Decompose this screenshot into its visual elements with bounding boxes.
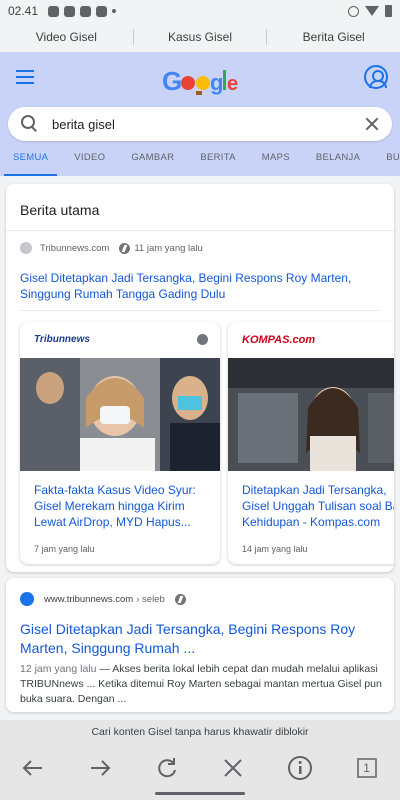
back-button[interactable] xyxy=(18,753,48,783)
tab-gambar[interactable]: GAMBAR xyxy=(118,146,187,176)
close-icon xyxy=(224,759,243,777)
top-stories-title: Berita utama xyxy=(20,202,100,218)
story-title[interactable]: Fakta-fakta Kasus Video Syur: Gisel Mere… xyxy=(34,482,209,530)
top-stories-card: Berita utama Tribunnews.com 11 jam yang … xyxy=(6,184,394,572)
info-icon xyxy=(287,756,312,780)
result-title[interactable]: Gisel Ditetapkan Jadi Tersangka, Begini … xyxy=(20,620,385,658)
suggestion-kasus-gisel[interactable]: Kasus Gisel xyxy=(134,29,268,45)
home-indicator xyxy=(155,792,245,795)
suggestion-berita-gisel[interactable]: Berita Gisel xyxy=(267,29,400,45)
svg-text:g: g xyxy=(210,70,223,95)
tab-semua[interactable]: SEMUA xyxy=(0,146,61,176)
top-story-source: Tribunnews.com 11 jam yang lalu xyxy=(20,242,203,254)
search-result: www.tribunnews.com › seleb Gisel Ditetap… xyxy=(6,578,394,712)
result-breadcrumb: › seleb xyxy=(136,593,165,605)
top-story-headline[interactable]: Gisel Ditetapkan Jadi Tersangka, Begini … xyxy=(20,270,375,302)
status-bar: 02.41 xyxy=(0,0,400,22)
divider xyxy=(6,230,394,231)
arrow-left-icon xyxy=(22,760,43,776)
account-icon[interactable] xyxy=(364,65,388,89)
amp-bolt-icon xyxy=(119,242,131,254)
battery-icon xyxy=(385,5,392,17)
story-thumbnail xyxy=(20,358,220,471)
tabs-button[interactable]: 1 xyxy=(352,753,382,783)
google-doodle-logo[interactable]: G g e xyxy=(160,64,240,98)
story-card[interactable]: KOMPAS.com Ditetapkan Jadi Tersangka, Gi… xyxy=(228,322,394,564)
result-url: www.tribunnews.com › seleb xyxy=(20,592,190,606)
globe-icon xyxy=(20,242,32,254)
tab-video[interactable]: VIDEO xyxy=(61,146,118,176)
wifi-icon xyxy=(365,6,379,16)
suggestion-video-gisel[interactable]: Video Gisel xyxy=(0,29,134,45)
search-box[interactable] xyxy=(8,107,392,141)
arrow-right-icon xyxy=(90,760,111,776)
story-title[interactable]: Ditetapkan Jadi Tersangka, Gisel Unggah … xyxy=(242,482,394,530)
menu-icon[interactable] xyxy=(16,70,34,84)
amp-bolt-icon xyxy=(174,593,186,605)
tab-buku[interactable]: BUKU xyxy=(373,146,400,176)
browser-toolbar: 1 xyxy=(0,750,400,786)
amp-bolt-icon xyxy=(197,334,208,345)
search-input[interactable] xyxy=(52,116,360,132)
results-area: Berita utama Tribunnews.com 11 jam yang … xyxy=(0,176,400,720)
facebook-icon xyxy=(96,5,108,17)
tab-berita[interactable]: BERITA xyxy=(187,146,248,176)
system-icons xyxy=(348,5,392,17)
app-icon xyxy=(64,5,76,17)
suggestion-bar: Video Gisel Kasus Gisel Berita Gisel xyxy=(0,22,400,52)
tab-count: 1 xyxy=(363,761,370,775)
divider xyxy=(20,310,380,311)
top-story-time: 11 jam yang lalu xyxy=(134,242,203,254)
tribun-favicon-icon xyxy=(20,592,34,606)
forward-button[interactable] xyxy=(85,753,115,783)
tab-maps[interactable]: MAPS xyxy=(249,146,303,176)
notification-icons xyxy=(48,5,117,17)
result-date: 12 jam yang lalu xyxy=(20,663,97,675)
search-icon[interactable] xyxy=(18,112,42,136)
browser-bottom-bar: Cari konten Gisel tanpa harus khawatir d… xyxy=(0,720,400,800)
story-time: 14 jam yang lalu xyxy=(242,544,308,554)
reload-button[interactable] xyxy=(152,753,182,783)
tab-belanja[interactable]: BELANJA xyxy=(303,146,373,176)
refresh-icon xyxy=(157,758,176,778)
game-icon xyxy=(80,5,92,17)
svg-text:e: e xyxy=(227,73,238,95)
story-time: 7 jam yang lalu xyxy=(34,544,95,554)
search-tabs: SEMUA VIDEO GAMBAR BERITA MAPS BELANJA B… xyxy=(0,146,400,176)
result-snippet: 12 jam yang lalu — Akses berita lokal le… xyxy=(20,662,388,707)
story-thumbnail xyxy=(228,358,394,471)
more-dot-icon xyxy=(112,9,117,13)
info-button[interactable] xyxy=(285,753,315,783)
clear-icon[interactable] xyxy=(360,112,384,136)
status-time: 02.41 xyxy=(8,4,39,18)
alarm-icon xyxy=(348,5,359,17)
stop-button[interactable] xyxy=(218,753,248,783)
result-domain: www.tribunnews.com xyxy=(44,593,134,605)
story-publisher-logo: Tribunnews xyxy=(34,334,90,345)
story-publisher-logo: KOMPAS.com xyxy=(242,334,316,346)
chat-icon xyxy=(48,5,60,17)
story-card[interactable]: Tribunnews Fakta-fakta Kasus Video Syur:… xyxy=(20,322,220,564)
top-story-publisher: Tribunnews.com xyxy=(40,242,110,254)
svg-text:G: G xyxy=(162,66,182,96)
ad-banner[interactable]: Cari konten Gisel tanpa harus khawatir d… xyxy=(0,726,400,738)
